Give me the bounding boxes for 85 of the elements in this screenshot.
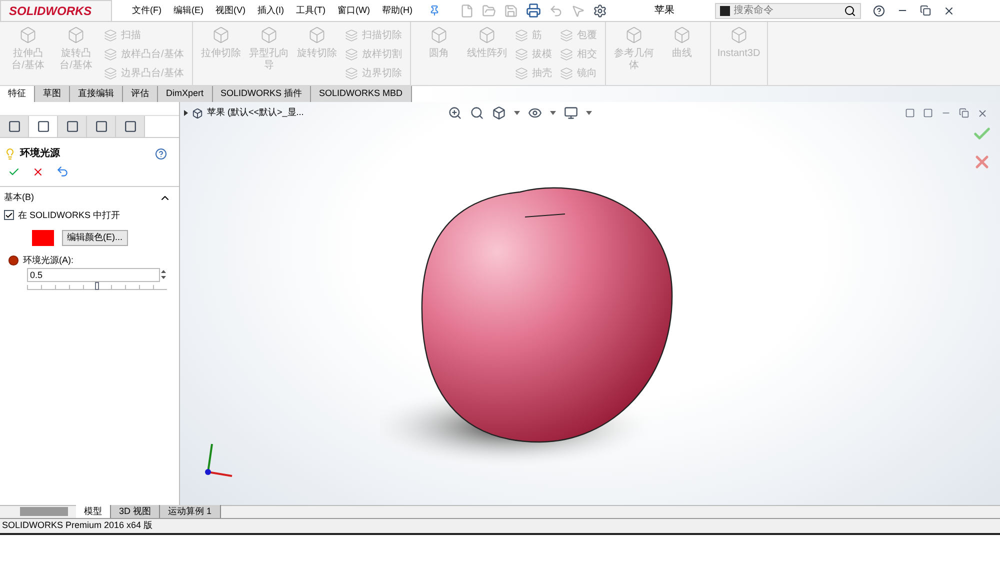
print-icon[interactable] — [526, 3, 540, 18]
ribbon-tool-icon — [514, 29, 528, 42]
menu-item[interactable]: 视图(V) — [216, 4, 246, 18]
ribbon-tool-icon — [560, 48, 573, 61]
panel-tab-icon — [94, 120, 108, 133]
settings-icon[interactable] — [592, 4, 606, 18]
ribbon-tool-icon — [104, 48, 117, 61]
panel-tab-icon — [66, 120, 78, 133]
panel-tab-icon — [36, 120, 50, 133]
command-tab[interactable]: SOLIDWORKS 插件 — [212, 86, 312, 102]
command-tab[interactable]: 草图 — [35, 86, 70, 102]
section-title: 基本(B) — [4, 191, 34, 204]
restore-icon[interactable] — [920, 5, 930, 16]
panel-tab[interactable] — [87, 116, 116, 137]
ribbon-tool-icon — [104, 29, 117, 42]
ribbon-tool-icon — [514, 48, 528, 61]
caret-icon[interactable] — [586, 111, 592, 115]
command-tab[interactable]: SOLIDWORKS MBD — [311, 86, 412, 102]
help-icon[interactable] — [155, 148, 167, 160]
caret-icon[interactable] — [514, 111, 520, 115]
status-bar-text: SOLIDWORKS Premium 2016 x64 版 — [2, 519, 153, 532]
view-tab[interactable]: 模型 — [76, 505, 111, 518]
field-label: 环境光源(A): — [23, 254, 74, 267]
ribbon-tool-icon — [730, 26, 748, 44]
search-icon[interactable] — [844, 4, 856, 16]
lightbulb-icon — [4, 148, 16, 160]
ribbon-tool-icon — [514, 67, 528, 80]
ribbon-tool-icon — [104, 67, 117, 80]
edit-color-button[interactable]: 编辑颜色(E)... — [62, 230, 128, 246]
ribbon-tool-icon — [212, 26, 230, 44]
panel-tab[interactable] — [116, 116, 145, 137]
checkbox[interactable] — [4, 210, 14, 220]
sphere-icon — [8, 255, 19, 266]
number-field[interactable]: 0.5 — [27, 268, 160, 282]
checkbox-label: 在 SOLIDWORKS 中打开 — [18, 208, 120, 222]
menu-item[interactable]: 窗口(W) — [338, 4, 370, 18]
ribbon-tool-icon — [478, 26, 496, 44]
ribbon-tool-icon — [344, 67, 358, 80]
panel-tab[interactable] — [0, 116, 29, 137]
command-tab[interactable]: 直接编辑 — [70, 86, 123, 102]
panel-tab-icon — [8, 120, 20, 133]
pin-icon[interactable] — [428, 5, 440, 16]
menu-item[interactable]: 文件(F) — [132, 4, 162, 18]
view-orientation-icon[interactable] — [492, 106, 506, 120]
ribbon-tool-icon — [260, 26, 278, 44]
search-input[interactable]: 搜索命令 — [734, 3, 840, 18]
ribbon-tool-icon — [672, 26, 691, 44]
accept-icon[interactable] — [8, 166, 20, 178]
menu-item[interactable]: 帮助(H) — [382, 4, 412, 18]
panel-tab[interactable] — [58, 116, 87, 137]
view-tab[interactable]: 3D 视图 — [111, 505, 160, 518]
view-tab[interactable]: 运动算例 1 — [160, 505, 221, 518]
document-title: 苹果 — [654, 4, 676, 18]
ribbon-tool-icon — [344, 48, 358, 61]
expand-arrow-icon[interactable] — [184, 110, 188, 116]
menu-item[interactable]: 插入(I) — [258, 4, 284, 18]
panel-tab-icon — [124, 120, 136, 133]
eye-icon[interactable] — [528, 106, 542, 120]
panel-title: 环境光源 — [20, 146, 60, 161]
ribbon-tool-icon — [67, 26, 85, 44]
command-tab[interactable]: 评估 — [123, 86, 158, 102]
menu-item[interactable]: 工具(T) — [296, 4, 326, 18]
undo-icon[interactable] — [56, 165, 69, 178]
cancel-icon[interactable] — [32, 166, 44, 178]
ribbon-tool-icon — [624, 26, 643, 44]
slider-thumb[interactable] — [95, 282, 99, 290]
ribbon-tool-icon — [430, 26, 448, 44]
app-logo: SOLIDWORKS — [0, 0, 112, 22]
ribbon-tool-icon — [560, 67, 573, 80]
color-swatch[interactable] — [32, 230, 54, 246]
menu-item[interactable]: 编辑(E) — [174, 4, 204, 18]
ribbon-tool-icon — [19, 26, 37, 44]
command-prompt-icon — [720, 6, 730, 16]
command-tab[interactable]: DimXpert — [158, 86, 213, 102]
caret-icon[interactable] — [550, 111, 556, 115]
ribbon-tool-icon — [308, 26, 326, 44]
feature-tree-item[interactable]: 苹果 (默认<<默认>_显... — [207, 106, 304, 120]
display-icon[interactable] — [564, 106, 578, 120]
ribbon-tool-icon — [560, 29, 573, 42]
zoom-icon[interactable] — [448, 106, 462, 120]
close-icon[interactable] — [942, 4, 954, 16]
search-field[interactable]: 搜索命令 — [714, 2, 860, 18]
help-icon[interactable] — [872, 4, 884, 16]
ribbon-tool-icon — [344, 29, 358, 42]
spinner-icon[interactable] — [160, 269, 167, 280]
